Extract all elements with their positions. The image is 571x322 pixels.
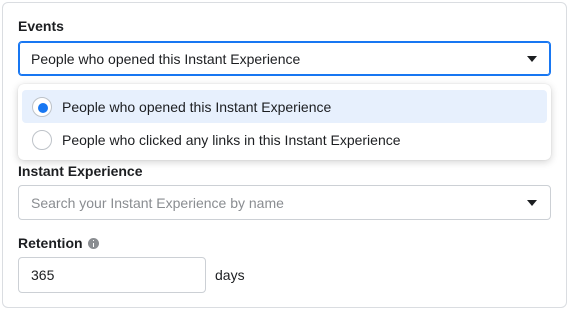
events-dropdown-menu: People who opened this Instant Experienc… — [18, 84, 551, 160]
events-label: Events — [18, 18, 64, 34]
events-option-clicked-links[interactable]: People who clicked any links in this Ins… — [22, 123, 547, 156]
events-selected-value: People who opened this Instant Experienc… — [31, 50, 301, 67]
radio-selected-icon — [32, 96, 52, 117]
radio-unselected-icon — [32, 129, 52, 150]
chevron-down-icon — [527, 55, 537, 62]
retention-label-row: Retention — [18, 235, 99, 251]
retention-label: Retention — [18, 235, 83, 251]
events-option-opened[interactable]: People who opened this Instant Experienc… — [22, 90, 547, 123]
option-label: People who clicked any links in this Ins… — [62, 131, 401, 148]
instant-experience-search[interactable]: Search your Instant Experience by name — [18, 185, 551, 220]
option-label: People who opened this Instant Experienc… — [62, 98, 332, 115]
retention-unit: days — [215, 267, 245, 283]
instant-experience-label: Instant Experience — [18, 163, 143, 179]
retention-input[interactable] — [18, 257, 206, 293]
info-icon[interactable] — [87, 237, 99, 249]
instant-experience-placeholder: Search your Instant Experience by name — [31, 194, 284, 211]
chevron-down-icon — [527, 199, 537, 206]
events-select[interactable]: People who opened this Instant Experienc… — [18, 41, 551, 76]
